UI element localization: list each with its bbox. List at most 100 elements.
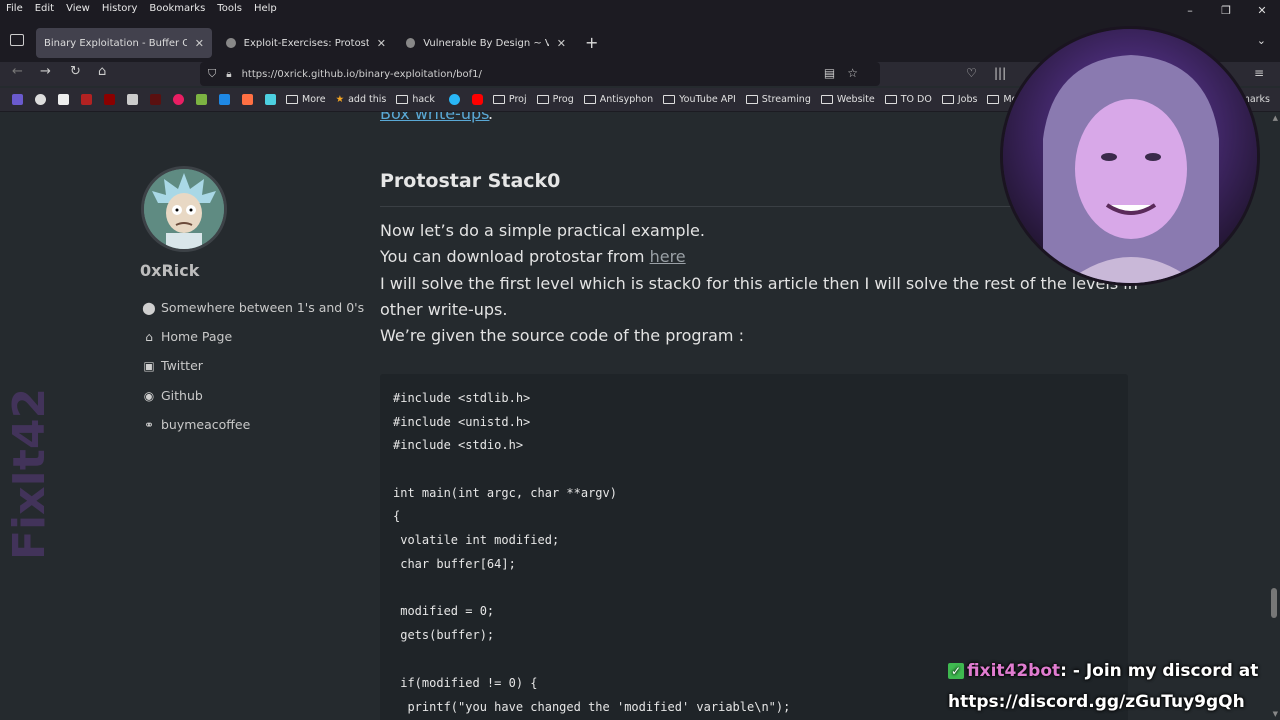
bookmark-jobs[interactable]: Jobs [941,94,977,105]
home-icon[interactable]: ⌂ [98,64,106,79]
pocket-icon[interactable]: ♡ [966,66,977,80]
checkmark-icon: ✓ [948,663,964,679]
bookmark-icon[interactable] [58,94,69,105]
chat-overlay: ✓ fixit42bot: - Join my discord at https:… [948,656,1258,718]
discord-link: https://discord.gg/zGuTuy9gQh [948,692,1245,712]
code-line: char buffer[64]; [393,557,516,571]
download-here-link[interactable]: here [650,247,686,266]
prev-suffix: . [488,112,494,123]
menu-tools[interactable]: Tools [211,3,248,14]
code-line: modified = 0; [393,604,495,618]
bookmark-icon[interactable] [127,94,138,105]
favicon-icon [406,38,416,48]
link-icon: ⚭ [143,417,155,432]
folder-icon [745,95,758,104]
code-line: if(modified != 0) { [393,676,538,690]
tab-label: Binary Exploitation - Buffer Overflow [44,37,187,49]
scrollbar-thumb[interactable] [1271,588,1277,618]
bookmark-icon[interactable] [104,94,115,105]
scroll-down-icon[interactable]: ▼ [1273,710,1278,718]
folder-icon [286,95,298,104]
buymeacoffee-link[interactable]: ⚭ buymeacoffee [141,417,250,432]
tab-list-icon[interactable] [10,34,24,46]
bookmark-youtube-api[interactable]: YouTube API [663,94,736,105]
bookmark-icon[interactable] [81,94,92,105]
folder-icon [396,95,409,104]
close-tab-icon[interactable]: ✕ [557,37,566,50]
chat-message: ✓ fixit42bot: - Join my discord at [948,656,1258,687]
code-line: #include <unistd.h> [393,415,531,429]
code-line: #include <stdio.h> [393,438,524,452]
bookmark-icon[interactable] [173,94,184,105]
bookmark-proj[interactable]: Proj [492,94,527,105]
bookmark-icon[interactable] [196,94,207,105]
reload-icon[interactable]: ↻ [70,64,81,79]
code-line: int main(int argc, char **argv) [393,486,617,500]
bookmark-todo[interactable]: TO DO [884,94,932,105]
author-name: 0xRick [140,261,200,280]
chat-username: fixit42bot [967,661,1061,681]
menu-view[interactable]: View [60,3,96,14]
github-link[interactable]: ◉ Github [141,388,203,403]
url-text[interactable]: https://0xrick.github.io/binary-exploita… [242,69,482,80]
code-line: #include <stdlib.h> [393,391,531,405]
shield-icon[interactable]: ⛉ [208,67,216,81]
home-icon: ⌂ [145,329,153,344]
bookmark-icon[interactable] [150,94,161,105]
reader-bookmark-icons[interactable]: ▤☆ [824,66,870,80]
bookmark-add-this[interactable]: ★ add this [336,94,387,105]
url-bar[interactable]: ⛉ 🔒︎ https://0xrick.github.io/binary-exp… [200,62,880,86]
tab-protostar[interactable]: Exploit-Exercises: Protostar (v2) ✕ [218,28,394,58]
tab-binary-exploitation[interactable]: Binary Exploitation - Buffer Overflow ✕ [36,28,212,58]
location-item: ⬤ Somewhere between 1's and 0's [142,300,365,315]
bookmarklet-icon: ★ [335,94,345,105]
skull-icon[interactable] [35,94,46,105]
library-icon[interactable]: ||| [994,66,1006,80]
menu-bookmarks[interactable]: Bookmarks [143,3,211,14]
scrollbar[interactable]: ▲ ▼ [1268,112,1280,720]
streamer-face-icon [1003,29,1257,283]
tab-label: Exploit-Exercises: Protostar (v2) [243,37,369,49]
bookmark-icon[interactable] [219,94,230,105]
bookmark-icon[interactable] [242,94,253,105]
bookmark-more[interactable]: More [286,94,326,105]
menu-edit[interactable]: Edit [29,3,60,14]
bookmark-streaming[interactable]: Streaming [745,94,811,105]
bookmark-antisyphon[interactable]: Antisyphon [583,94,653,105]
menu-icon[interactable]: ≡ [1254,66,1264,80]
lock-icon[interactable]: 🔒︎ [226,69,231,80]
close-tab-icon[interactable]: ✕ [377,37,386,50]
bookmark-icon[interactable] [448,94,460,105]
bookmark-icon[interactable] [265,94,276,105]
bookmark-prog[interactable]: Prog [536,94,574,105]
paragraph: I will solve the first level which is st… [380,274,1138,293]
menu-history[interactable]: History [96,3,144,14]
scroll-up-icon[interactable]: ▲ [1273,114,1278,122]
home-page-link[interactable]: ⌂ Home Page [141,329,232,344]
new-tab-icon[interactable]: + [585,33,598,52]
menu-help[interactable]: Help [248,3,283,14]
tab-label: Vulnerable By Design ~ VulnHub [423,37,549,49]
tab-vulnhub[interactable]: Vulnerable By Design ~ VulnHub ✕ [398,28,574,58]
menu-bar: File Edit View History Bookmarks Tools H… [0,0,1280,17]
close-tab-icon[interactable]: ✕ [195,37,204,50]
youtube-icon[interactable] [471,94,483,105]
bookmark-hack[interactable]: hack [396,94,435,105]
location-icon: ⬤ [142,300,156,315]
chevron-down-icon[interactable]: ⌄ [1257,34,1266,47]
bookmark-website[interactable]: Website [820,94,875,105]
paragraph: other write-ups. [380,300,508,319]
twitter-link[interactable]: ▣ Twitter [141,358,203,373]
box-writeups-link[interactable]: Box write-ups [380,112,489,123]
webcam-overlay [1000,26,1260,286]
github-icon: ◉ [143,388,155,403]
code-line: { [393,509,401,523]
folder-icon [941,95,954,104]
forward-icon[interactable]: → [40,64,51,79]
rick-avatar-icon [144,169,224,249]
back-icon[interactable]: ← [12,64,23,79]
code-line: gets(buffer); [393,628,495,642]
menu-file[interactable]: File [0,3,29,14]
code-line: volatile int modified; [393,533,560,547]
bookmark-icon[interactable] [12,94,23,105]
